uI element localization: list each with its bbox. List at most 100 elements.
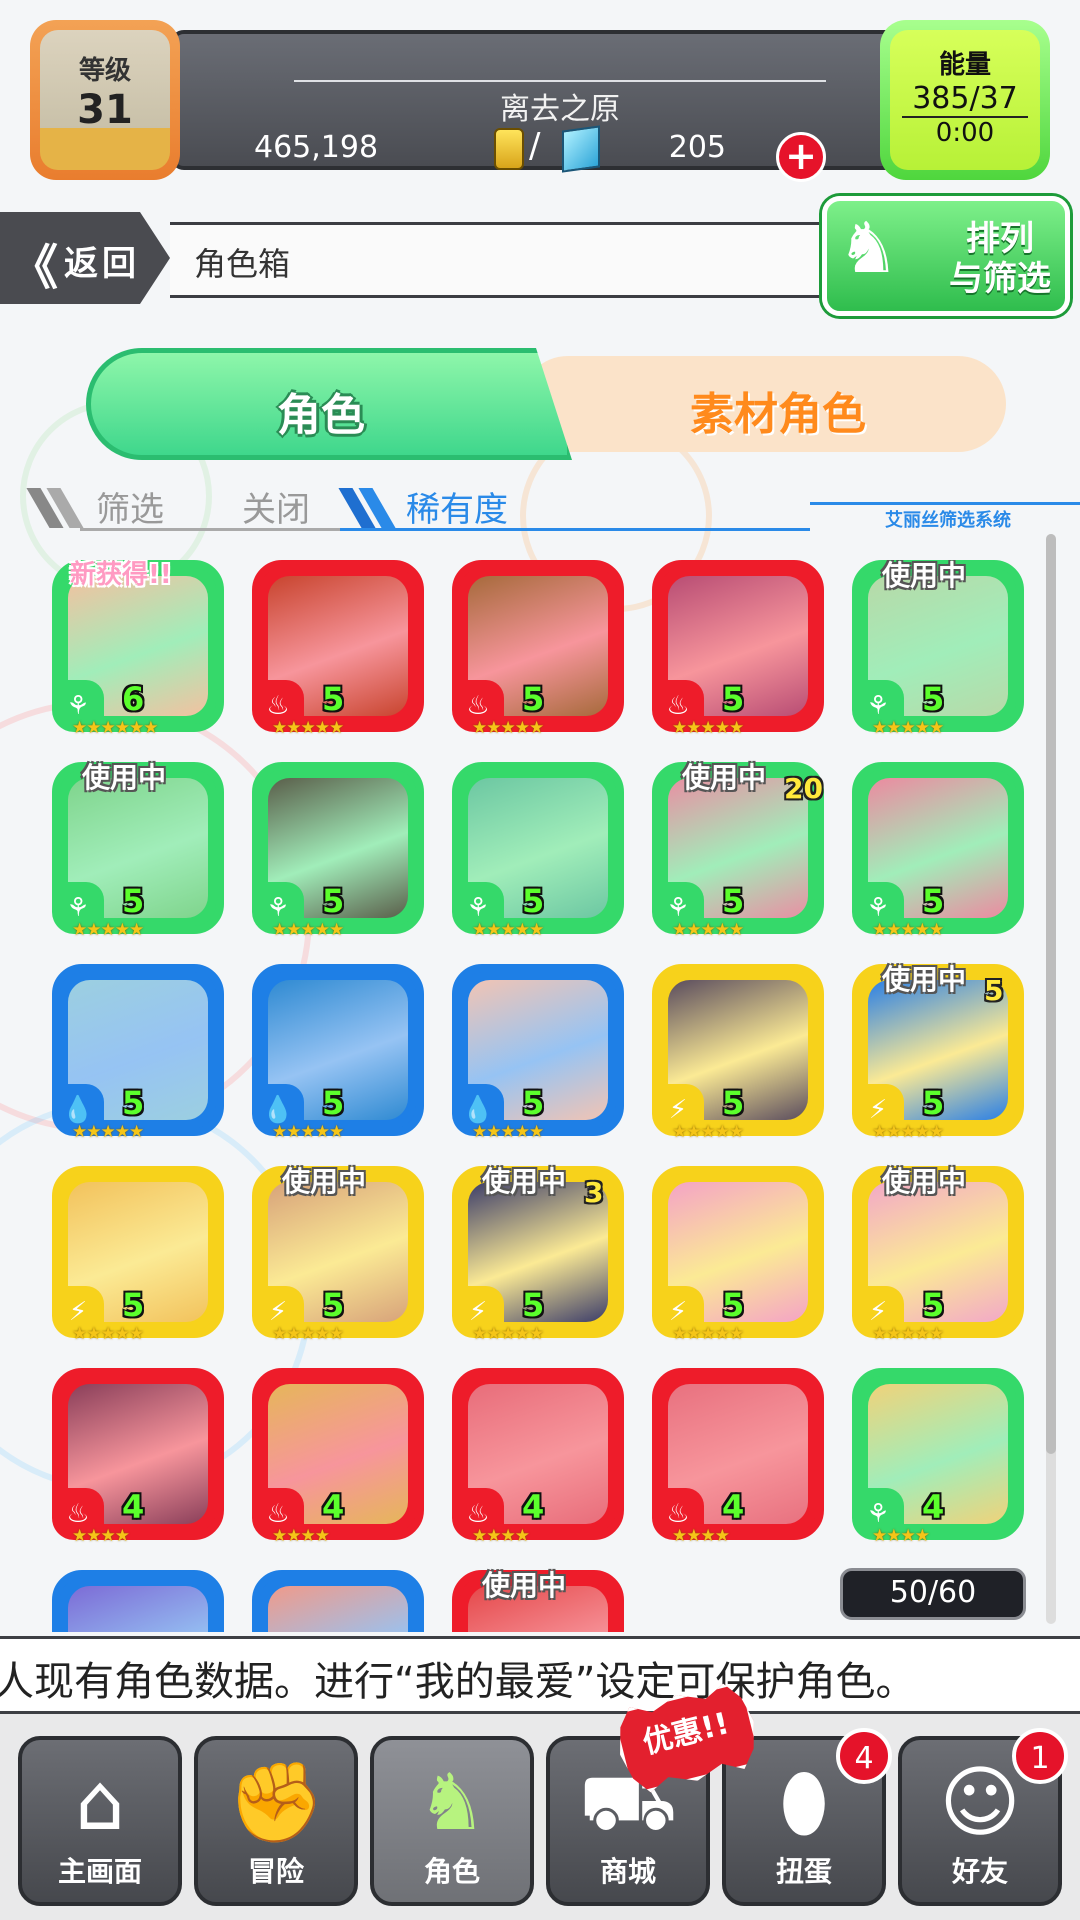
card-level: 4 xyxy=(122,1488,145,1526)
character-card[interactable]: ♨ 5 ★★★★★ xyxy=(252,560,424,742)
card-frame xyxy=(252,1570,424,1632)
level-label: 等级 xyxy=(78,56,131,86)
rarity-stars: ★★★★★ xyxy=(872,1122,944,1142)
grid-scrollbar-thumb[interactable] xyxy=(1046,534,1056,1454)
filter-row: 筛选 关闭 稀有度 艾丽丝筛选系统 xyxy=(26,478,1080,531)
character-card[interactable]: ♨ 5 ★★★★★ xyxy=(452,560,624,742)
character-card[interactable]: ♨ 5 ★★★★★ xyxy=(652,560,824,742)
tab-characters[interactable]: 角色 xyxy=(86,348,572,460)
nav-home-label: 主画面 xyxy=(57,1855,142,1888)
rarity-stars: ★★★★ xyxy=(872,1526,930,1546)
card-level: 5 xyxy=(322,1286,345,1324)
sort-label-line1: 排列 xyxy=(966,219,1034,259)
rarity-stars: ★★★★★ xyxy=(472,718,544,738)
character-card[interactable]: ⚡ 5 ★★★★★ xyxy=(652,964,824,1146)
hint-text: 人现有角色数据。进行“我的最爱”设定可保护角色。 xyxy=(0,1659,916,1705)
character-card[interactable] xyxy=(252,1570,424,1632)
energy-timer: 0:00 xyxy=(902,116,1028,148)
sort-filter-button[interactable]: ♞ 排列 与筛选 xyxy=(822,196,1070,316)
rarity-stars: ★★★★ xyxy=(472,1526,530,1546)
card-level: 5 xyxy=(122,882,145,920)
character-card[interactable]: ⚡ 5 ★★★★★ 使用中 3 xyxy=(452,1165,624,1348)
card-level: 5 xyxy=(122,1286,145,1324)
energy-panel[interactable]: 能量 385/37 0:00 xyxy=(880,20,1050,180)
character-card[interactable]: ♨ 4 ★★★★ xyxy=(452,1368,624,1550)
character-grid: ⚘ 6 ★★★★★★ 新获得!! ♨ 5 ★★★★★ ♨ 5 ★★★★★ ♨ 5 ★★★★★ ⚘ 5 ★★★★… xyxy=(52,560,1042,1632)
nav-friends[interactable]: ☺ 好友 1 xyxy=(898,1728,1068,1906)
coin-icon xyxy=(494,128,524,170)
character-card[interactable]: ⚡ 5 ★★★★★ xyxy=(52,1166,224,1348)
character-card[interactable]: ⚡ 5 ★★★★★ 使用中 xyxy=(852,1165,1024,1348)
rarity-stars: ★★★★★ xyxy=(672,718,744,738)
character-card[interactable]: ⚘ 5 ★★★★★ xyxy=(452,762,624,944)
card-level: 5 xyxy=(922,1286,945,1324)
back-button[interactable]: 《 返回 xyxy=(0,212,170,304)
home-icon: ⌂ xyxy=(75,1758,125,1848)
card-level: 5 xyxy=(522,680,545,718)
gem-count: 205 xyxy=(668,130,726,165)
character-card[interactable]: 使用中 xyxy=(452,1569,624,1632)
card-level: 5 xyxy=(922,1084,945,1122)
character-card[interactable] xyxy=(52,1570,224,1632)
rarity-stars: ★★★★★ xyxy=(272,920,344,940)
character-portrait xyxy=(268,1586,408,1632)
character-card[interactable]: ⚡ 5 ★★★★★ 使用中 5 xyxy=(852,963,1024,1146)
rarity-stars: ★★★★★ xyxy=(72,920,144,940)
card-level: 4 xyxy=(922,1488,945,1526)
rarity-stars: ★★★★★ xyxy=(672,1324,744,1344)
nav-characters-label: 角色 xyxy=(423,1855,480,1888)
rarity-stars: ★★★★★ xyxy=(272,718,344,738)
character-card[interactable]: ⚘ 5 ★★★★★ 使用中 20 xyxy=(652,761,824,944)
filter-value[interactable]: 关闭 xyxy=(242,482,310,531)
rarity-stars: ★★★★★ xyxy=(272,1324,344,1344)
card-level: 5 xyxy=(722,1286,745,1324)
character-card[interactable]: ⚘ 6 ★★★★★★ 新获得!! xyxy=(52,560,224,742)
card-level: 5 xyxy=(122,1084,145,1122)
sort-rarity-label[interactable]: 稀有度 xyxy=(406,482,508,531)
system-underline xyxy=(810,502,1080,505)
rarity-stars: ★★★★ xyxy=(72,1526,130,1546)
in-use-badge: 使用中 xyxy=(682,761,767,794)
nav-home[interactable]: ⌂ 主画面 xyxy=(18,1736,182,1906)
top-hud: 离去之原 465,198 / 205 + 等级 31 能量 385/37 0:0… xyxy=(30,20,1050,182)
rarity-stars: ★★★★★ xyxy=(672,920,744,940)
character-card[interactable]: ⚘ 5 ★★★★★ xyxy=(252,762,424,944)
gold-count: 465,198 xyxy=(254,130,379,165)
character-card[interactable]: ⚡ 5 ★★★★★ 使用中 xyxy=(252,1165,424,1348)
character-card[interactable]: 💧 5 ★★★★★ xyxy=(52,964,224,1146)
energy-value: 385/37 xyxy=(912,81,1018,116)
friends-notification-badge: 1 xyxy=(1012,1728,1068,1784)
filter-label[interactable]: 筛选 xyxy=(96,482,164,531)
card-level: 5 xyxy=(322,882,345,920)
character-card[interactable]: ♨ 4 ★★★★ xyxy=(652,1368,824,1550)
nav-adventure-label: 冒险 xyxy=(247,1855,304,1888)
sort-label-line2: 与筛选 xyxy=(949,259,1051,299)
gem-icon xyxy=(562,125,600,173)
card-level: 4 xyxy=(322,1488,345,1526)
in-use-badge: 使用中 xyxy=(82,761,167,794)
nav-characters[interactable]: ♞ 角色 xyxy=(370,1736,534,1906)
handshake-icon: ✊ xyxy=(227,1758,325,1848)
rabbit-icon: ♞ xyxy=(837,207,900,289)
card-level: 5 xyxy=(522,1084,545,1122)
bonus-count: 3 xyxy=(584,1176,604,1209)
add-gems-button[interactable]: + xyxy=(776,132,826,182)
character-card[interactable]: ⚘ 4 ★★★★ xyxy=(852,1368,1024,1550)
tab-characters-label: 角色 xyxy=(277,390,365,441)
character-card[interactable]: 💧 5 ★★★★★ xyxy=(452,964,624,1146)
nav-adventure[interactable]: ✊ 冒险 xyxy=(194,1736,358,1906)
character-card[interactable]: ⚡ 5 ★★★★★ xyxy=(652,1166,824,1348)
hud-divider xyxy=(294,80,826,82)
card-level: 4 xyxy=(722,1488,745,1526)
double-chevron-left-icon: 《 xyxy=(10,240,59,296)
character-card[interactable]: ♨ 4 ★★★★ xyxy=(52,1368,224,1550)
character-card[interactable]: ♨ 4 ★★★★ xyxy=(252,1368,424,1550)
rabbit-icon: ♞ xyxy=(417,1758,487,1848)
back-label: 返回 xyxy=(64,244,140,284)
character-card[interactable]: ⚘ 5 ★★★★★ xyxy=(852,762,1024,944)
tab-material-characters[interactable]: 素材角色 xyxy=(520,356,1006,452)
in-use-badge: 使用中 xyxy=(482,1165,567,1198)
character-card[interactable]: 💧 5 ★★★★★ xyxy=(252,964,424,1146)
character-card[interactable]: ⚘ 5 ★★★★★ 使用中 xyxy=(52,761,224,944)
character-card[interactable]: ⚘ 5 ★★★★★ 使用中 xyxy=(852,560,1024,742)
